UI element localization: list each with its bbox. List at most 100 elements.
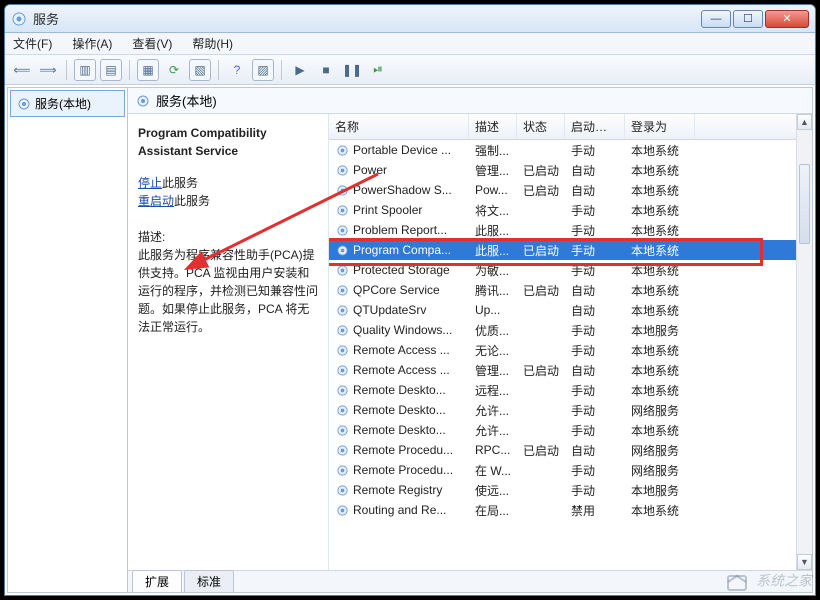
cell-startup: 手动 [565, 380, 625, 401]
service-row[interactable]: Remote Procedu...在 W...手动网络服务 [329, 460, 812, 480]
cell-startup: 自动 [565, 280, 625, 301]
tree-node-services-local[interactable]: 服务(本地) [10, 90, 125, 117]
minimize-button[interactable]: — [701, 10, 731, 28]
description-label: 描述: [138, 228, 318, 246]
service-row[interactable]: QPCore Service腾讯...已启动自动本地系统 [329, 280, 812, 300]
tab-extended[interactable]: 扩展 [132, 570, 182, 592]
service-row[interactable]: Remote Access ...管理...已启动自动本地系统 [329, 360, 812, 380]
service-row[interactable]: PowerShadow S...Pow...已启动自动本地系统 [329, 180, 812, 200]
cell-name: Problem Report... [353, 223, 447, 237]
cell-name: Remote Deskto... [353, 403, 446, 417]
col-header-name[interactable]: 名称 [329, 114, 469, 139]
description-block: 描述: 此服务为程序兼容性助手(PCA)提供支持。PCA 监视由用户安装和运行的… [138, 228, 318, 336]
cell-status [517, 468, 565, 472]
back-button[interactable]: ⟸ [11, 59, 33, 81]
separator [66, 60, 67, 80]
cell-status: 已启动 [517, 280, 565, 301]
cell-status [517, 308, 565, 312]
service-row[interactable]: Remote Deskto...允许...手动网络服务 [329, 400, 812, 420]
restart-suffix: 此服务 [174, 194, 210, 208]
vertical-scrollbar[interactable]: ▲ ▼ [796, 114, 812, 570]
export-button[interactable]: ▦ [137, 59, 159, 81]
gear-icon [335, 383, 349, 397]
detail-button[interactable]: ▨ [252, 59, 274, 81]
gear-icon [335, 143, 349, 157]
col-header-startup[interactable]: 启动类型 [565, 114, 625, 139]
service-row[interactable]: Portable Device ...强制...手动本地系统 [329, 140, 812, 160]
gear-icon [335, 163, 349, 177]
cell-logon: 本地系统 [625, 260, 695, 281]
menu-help[interactable]: 帮助(H) [188, 33, 237, 54]
service-row[interactable]: QTUpdateSrvUp...自动本地系统 [329, 300, 812, 320]
service-row[interactable]: Quality Windows...优质...手动本地服务 [329, 320, 812, 340]
cell-startup: 手动 [565, 220, 625, 241]
services-list: 名称 描述 状态 启动类型 登录为 Portable Device ...强制.… [328, 114, 812, 570]
cell-desc: 允许... [469, 420, 517, 441]
service-row[interactable]: Power管理...已启动自动本地系统 [329, 160, 812, 180]
col-header-logon[interactable]: 登录为 [625, 114, 695, 139]
list-button[interactable]: ▧ [189, 59, 211, 81]
properties-button[interactable]: ▤ [100, 59, 122, 81]
cell-name: Portable Device ... [353, 143, 451, 157]
cell-desc: 优质... [469, 320, 517, 341]
stop-suffix: 此服务 [162, 176, 198, 190]
right-body: Program Compatibility Assistant Service … [128, 114, 812, 570]
stop-service-link[interactable]: 停止 [138, 176, 162, 190]
cell-logon: 本地系统 [625, 300, 695, 321]
service-row[interactable]: Protected Storage为敏...手动本地系统 [329, 260, 812, 280]
service-row[interactable]: Remote Procedu...RPC...已启动自动网络服务 [329, 440, 812, 460]
service-row[interactable]: Print Spooler将文...手动本地系统 [329, 200, 812, 220]
titlebar[interactable]: 服务 — ☐ ✕ [5, 5, 815, 33]
pause-service-button[interactable]: ❚❚ [341, 59, 363, 81]
menubar: 文件(F) 操作(A) 查看(V) 帮助(H) [5, 33, 815, 55]
col-header-status[interactable]: 状态 [517, 114, 565, 139]
menu-view[interactable]: 查看(V) [128, 33, 176, 54]
cell-desc: 腾讯... [469, 280, 517, 301]
gear-icon [335, 243, 349, 257]
gear-icon [335, 223, 349, 237]
service-row[interactable]: Remote Deskto...远程...手动本地系统 [329, 380, 812, 400]
service-row[interactable]: Remote Deskto...允许...手动本地系统 [329, 420, 812, 440]
scroll-down-button[interactable]: ▼ [797, 554, 812, 570]
show-hide-tree-button[interactable]: ▥ [74, 59, 96, 81]
restart-service-link[interactable]: 重启动 [138, 194, 174, 208]
service-row[interactable]: Problem Report...此服...手动本地系统 [329, 220, 812, 240]
tree-node-label: 服务(本地) [35, 95, 91, 112]
cell-desc: Pow... [469, 181, 517, 199]
cell-startup: 手动 [565, 260, 625, 281]
service-row[interactable]: Remote Registry使远...手动本地服务 [329, 480, 812, 500]
restart-service-button[interactable]: ⏯ [367, 59, 389, 81]
cell-desc: 允许... [469, 400, 517, 421]
gear-icon [335, 183, 349, 197]
gear-icon [335, 323, 349, 337]
cell-status: 已启动 [517, 160, 565, 181]
maximize-button[interactable]: ☐ [733, 10, 763, 28]
right-header: 服务(本地) [128, 88, 812, 114]
cell-name: Remote Deskto... [353, 383, 446, 397]
gear-icon [136, 94, 150, 108]
refresh-button[interactable]: ⟳ [163, 59, 185, 81]
menu-file[interactable]: 文件(F) [9, 33, 56, 54]
service-row[interactable]: Program Compa...此服...已启动手动本地系统 [329, 240, 812, 260]
scroll-up-button[interactable]: ▲ [797, 114, 812, 130]
cell-startup: 手动 [565, 400, 625, 421]
forward-button[interactable]: ⟹ [37, 59, 59, 81]
stop-service-button[interactable]: ■ [315, 59, 337, 81]
cell-status: 已启动 [517, 240, 565, 261]
scroll-thumb[interactable] [799, 164, 810, 244]
service-row[interactable]: Remote Access ...无论...手动本地系统 [329, 340, 812, 360]
cell-status [517, 328, 565, 332]
cell-startup: 禁用 [565, 500, 625, 521]
col-header-desc[interactable]: 描述 [469, 114, 517, 139]
close-button[interactable]: ✕ [765, 10, 809, 28]
tab-standard[interactable]: 标准 [184, 570, 234, 592]
cell-desc: 此服... [469, 220, 517, 241]
service-row[interactable]: Routing and Re...在局...禁用本地系统 [329, 500, 812, 520]
help-button[interactable]: ? [226, 59, 248, 81]
menu-action[interactable]: 操作(A) [68, 33, 116, 54]
cell-name: Print Spooler [353, 203, 422, 217]
gear-icon [335, 203, 349, 217]
list-body[interactable]: Portable Device ...强制...手动本地系统Power管理...… [329, 140, 812, 570]
cell-logon: 本地系统 [625, 180, 695, 201]
start-service-button[interactable]: ▶ [289, 59, 311, 81]
